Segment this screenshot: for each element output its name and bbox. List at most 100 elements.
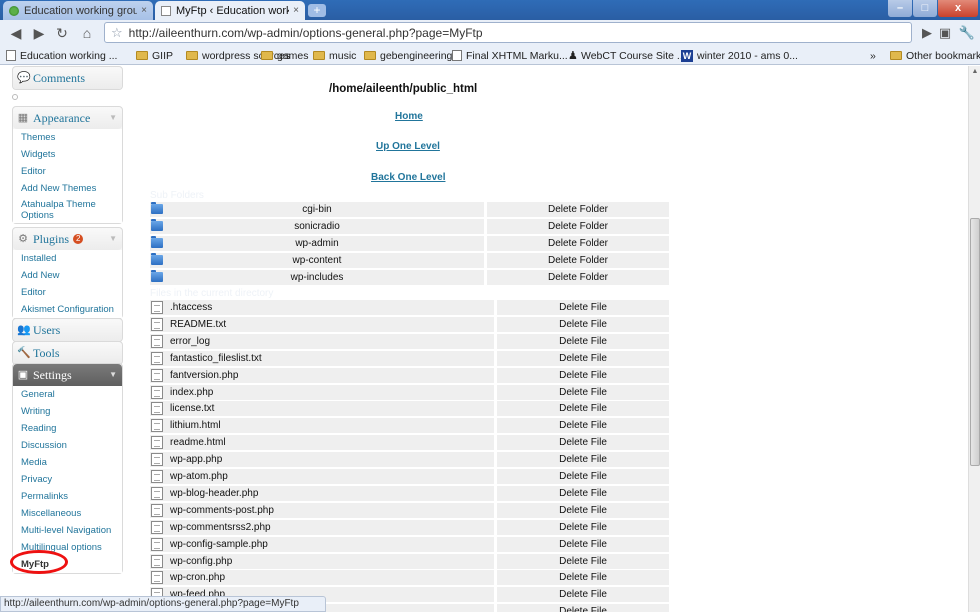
file-name-cell[interactable]: wp-config-sample.php [150, 536, 494, 552]
file-name-cell[interactable]: wp-blog-header.php [150, 485, 494, 501]
file-name-cell[interactable]: readme.html [150, 435, 494, 451]
folder-name-cell[interactable]: sonicradio [150, 218, 484, 234]
bookmark-folder[interactable]: GIIP [136, 48, 173, 63]
menu-tools[interactable]: 🔨 Tools [12, 341, 123, 365]
bookmark-item[interactable]: Final XHTML Marku... [452, 48, 568, 63]
delete-file-button[interactable]: Delete File [497, 367, 669, 383]
file-name[interactable]: wp-blog-header.php [150, 486, 258, 501]
delete-folder-button[interactable]: Delete Folder [487, 235, 669, 251]
submenu-media[interactable]: Media [13, 454, 122, 471]
submenu-privacy[interactable]: Privacy [13, 471, 122, 488]
delete-file-button[interactable]: Delete File [497, 452, 669, 468]
menu-tools-head[interactable]: 🔨 Tools [13, 342, 122, 364]
home-link[interactable]: Home [395, 111, 423, 122]
menu-plugins-head[interactable]: ⚙ Plugins 2 ▼ [13, 228, 122, 250]
menu-settings-head[interactable]: ▣ Settings ▼ [13, 364, 122, 386]
folder-name[interactable]: cgi-bin [150, 202, 484, 217]
file-name-cell[interactable]: lithium.html [150, 418, 494, 434]
bookmarks-overflow-button[interactable]: » [870, 48, 876, 63]
delete-file-button[interactable]: Delete File [497, 604, 669, 612]
file-name[interactable]: fantversion.php [150, 368, 238, 383]
file-name-cell[interactable]: error_log [150, 333, 494, 349]
file-name-cell[interactable]: wp-comments-post.php [150, 502, 494, 518]
other-bookmarks[interactable]: Other bookmarks [890, 48, 980, 63]
address-bar[interactable]: ☆ [104, 22, 912, 43]
menu-comments[interactable]: 💬 Comments [12, 66, 123, 90]
url-input[interactable] [128, 25, 889, 40]
delete-file-button[interactable]: Delete File [497, 300, 669, 315]
folder-name[interactable]: wp-content [150, 253, 484, 268]
chevron-down-icon[interactable]: ▼ [109, 234, 117, 243]
bookmark-folder[interactable]: games [261, 48, 309, 63]
scroll-up-arrow-icon[interactable]: ▲ [969, 66, 980, 78]
submenu-miscellaneous[interactable]: Miscellaneous [13, 505, 122, 522]
minimize-button[interactable]: – [888, 0, 912, 17]
file-name-cell[interactable]: wp-config.php [150, 553, 494, 569]
delete-file-button[interactable]: Delete File [497, 333, 669, 349]
submenu-multi-level-navigation[interactable]: Multi-level Navigation [13, 522, 122, 539]
submenu-widgets[interactable]: Widgets [13, 146, 122, 163]
bookmark-folder[interactable]: gebengineering [364, 48, 452, 63]
delete-file-button[interactable]: Delete File [497, 553, 669, 569]
folder-name-cell[interactable]: wp-content [150, 252, 484, 268]
delete-file-button[interactable]: Delete File [497, 502, 669, 518]
folder-name-cell[interactable]: wp-includes [150, 269, 484, 285]
submenu-editor[interactable]: Editor [13, 163, 122, 180]
file-name-cell[interactable]: .htaccess [150, 300, 494, 315]
scroll-thumb[interactable] [970, 218, 980, 466]
file-name-cell[interactable]: fantastico_fileslist.txt [150, 350, 494, 366]
delete-file-button[interactable]: Delete File [497, 435, 669, 451]
folder-name-cell[interactable]: cgi-bin [150, 202, 484, 217]
submenu-installed[interactable]: Installed [13, 250, 122, 267]
submenu-add-new-themes[interactable]: Add New Themes [13, 180, 122, 197]
file-name-cell[interactable]: wp-atom.php [150, 469, 494, 484]
submenu-add-new[interactable]: Add New [13, 267, 122, 284]
delete-file-button[interactable]: Delete File [497, 350, 669, 366]
submenu-reading[interactable]: Reading [13, 420, 122, 437]
back-one-level-link[interactable]: Back One Level [371, 172, 445, 183]
file-name[interactable]: wp-config-sample.php [150, 537, 268, 552]
submenu-multilingual-options[interactable]: Multilingual options [13, 539, 122, 556]
page-scrollbar[interactable]: ▲ [968, 66, 980, 612]
menu-comments-head[interactable]: 💬 Comments [13, 67, 122, 89]
close-window-button[interactable]: x [938, 0, 978, 17]
delete-folder-button[interactable]: Delete Folder [487, 252, 669, 268]
delete-folder-button[interactable]: Delete Folder [487, 202, 669, 217]
bookmark-folder[interactable]: music [313, 48, 356, 63]
reload-button[interactable]: ↻ [52, 23, 72, 43]
delete-file-button[interactable]: Delete File [497, 418, 669, 434]
file-name-cell[interactable]: wp-commentsrss2.php [150, 519, 494, 535]
bookmark-star-icon[interactable]: ☆ [111, 25, 123, 41]
delete-file-button[interactable]: Delete File [497, 384, 669, 400]
file-name-cell[interactable]: README.txt [150, 316, 494, 332]
page-menu-icon[interactable]: ▣ [934, 23, 956, 43]
submenu-general[interactable]: General [13, 386, 122, 403]
delete-file-button[interactable]: Delete File [497, 401, 669, 417]
delete-folder-button[interactable]: Delete Folder [487, 218, 669, 234]
chevron-down-icon[interactable]: ▼ [109, 113, 117, 122]
file-name-cell[interactable]: index.php [150, 384, 494, 400]
forward-button[interactable]: ▶ [29, 23, 49, 43]
file-name-cell[interactable]: wp-cron.php [150, 570, 494, 586]
file-name-cell[interactable]: license.txt [150, 401, 494, 417]
collapse-dot-icon[interactable] [12, 94, 18, 100]
submenu-akismet[interactable]: Akismet Configuration [13, 301, 122, 318]
delete-file-button[interactable]: Delete File [497, 485, 669, 501]
delete-file-button[interactable]: Delete File [497, 570, 669, 586]
menu-users[interactable]: 👥 Users [12, 318, 123, 342]
bookmark-item[interactable]: ♟ WebCT Course Site ... [568, 48, 686, 63]
bookmark-item[interactable]: Wwinter 2010 - ams 0... [681, 48, 798, 63]
file-name-cell[interactable]: wp-app.php [150, 452, 494, 468]
maximize-button[interactable]: □ [913, 0, 937, 17]
chevron-down-icon[interactable]: ▼ [109, 370, 117, 379]
delete-file-button[interactable]: Delete File [497, 316, 669, 332]
wrench-menu-icon[interactable]: 🔧 [956, 23, 978, 43]
folder-name-cell[interactable]: wp-admin [150, 235, 484, 251]
tab-close-icon[interactable]: × [293, 5, 299, 16]
submenu-discussion[interactable]: Discussion [13, 437, 122, 454]
delete-file-button[interactable]: Delete File [497, 519, 669, 535]
menu-appearance-head[interactable]: ▦ Appearance ▼ [13, 107, 122, 129]
tab-myftp[interactable]: MyFtp ‹ Education worki... × [155, 1, 305, 20]
submenu-permalinks[interactable]: Permalinks [13, 488, 122, 505]
submenu-writing[interactable]: Writing [13, 403, 122, 420]
